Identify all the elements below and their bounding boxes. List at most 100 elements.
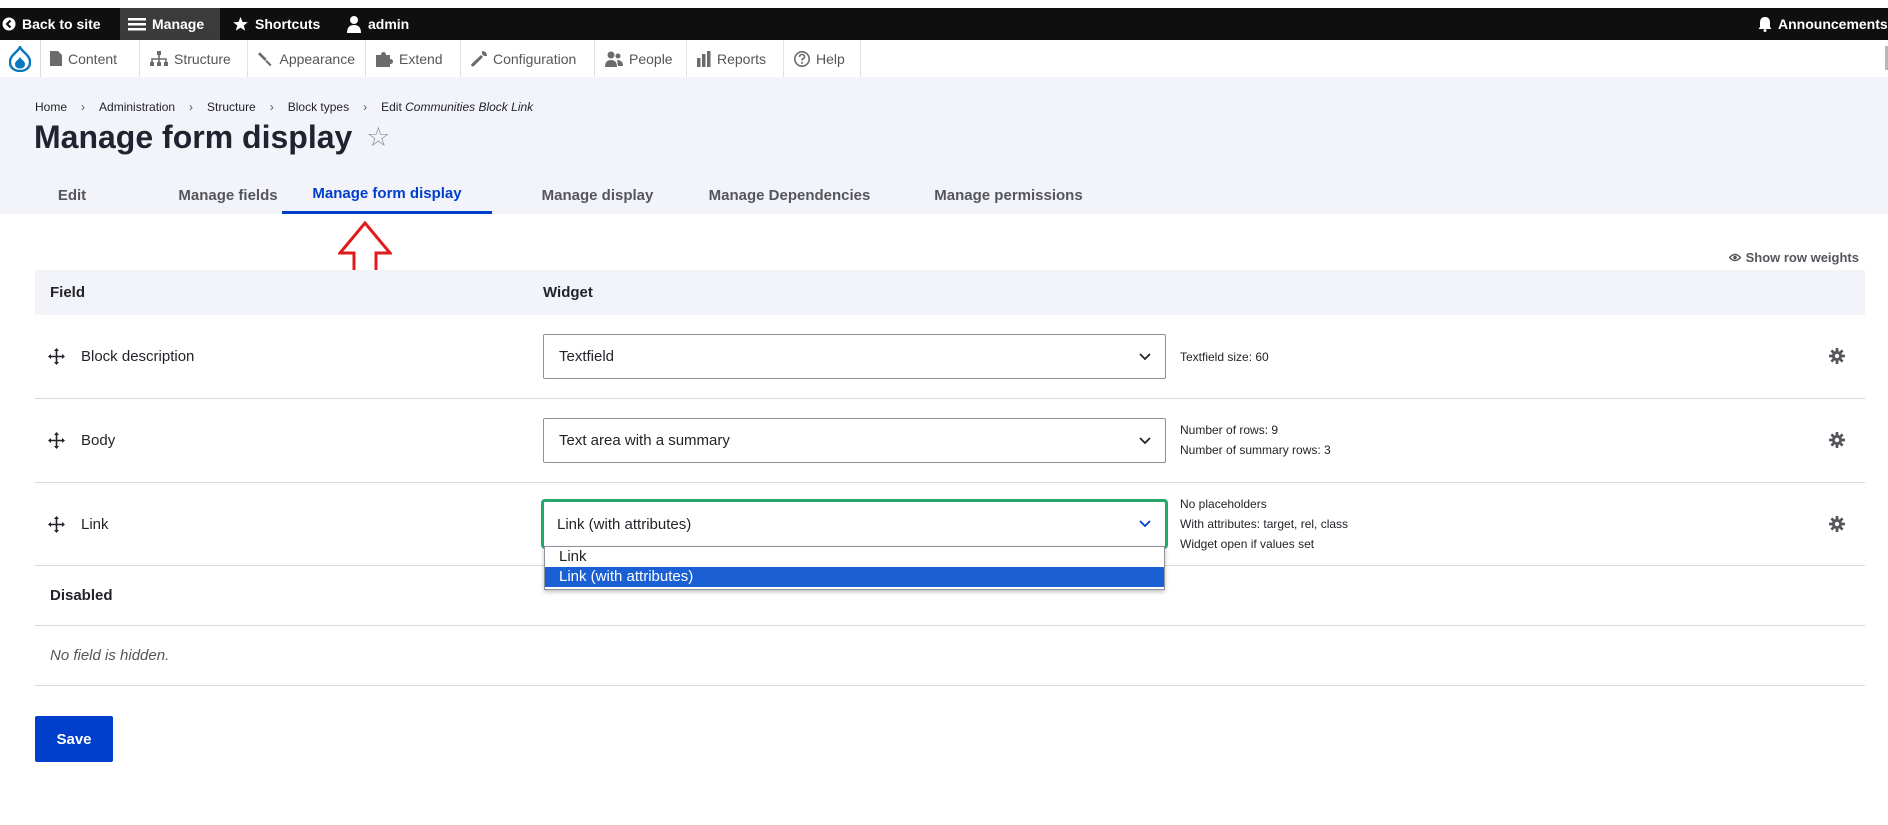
breadcrumb-separator-icon: › (363, 100, 368, 114)
paintbrush-icon (258, 51, 272, 66)
widget-select-value: Text area with a summary (559, 432, 730, 449)
people-icon (605, 51, 623, 67)
gear-icon[interactable] (1829, 348, 1845, 364)
admin-tray: Content Structure Appearance Extend Conf… (0, 40, 1888, 78)
chevron-down-icon (1139, 352, 1151, 360)
back-to-site-link[interactable]: Back to site (2, 8, 101, 40)
save-button[interactable]: Save (35, 716, 113, 762)
table-header: Field Widget (35, 270, 1865, 315)
breadcrumb-separator-icon: › (81, 100, 86, 114)
summary-line: Number of summary rows: 3 (1180, 443, 1331, 457)
summary-line: With attributes: target, rel, class (1180, 517, 1349, 531)
breadcrumb-link-block-types[interactable]: Block types (288, 100, 349, 114)
drupal-drop-icon (9, 45, 31, 72)
field-name: Block description (81, 348, 195, 365)
breadcrumb-separator-icon: › (269, 100, 274, 114)
file-icon (50, 51, 62, 66)
tray-item-people[interactable]: People (595, 40, 687, 77)
toolbar-bar: Back to site Manage Shortcuts admin Anno… (0, 8, 1888, 40)
sitemap-icon (150, 51, 168, 66)
bar-chart-icon (697, 50, 711, 67)
table-row: Body Text area with a summary Number of … (35, 399, 1865, 483)
field-name: Link (81, 515, 109, 533)
chevron-down-icon (1139, 520, 1151, 528)
breadcrumb-edit-prefix: Edit (381, 100, 406, 114)
manage-tab[interactable]: Manage (120, 8, 220, 40)
widget-select[interactable]: Text area with a summary (543, 418, 1166, 463)
page-title: Manage form display ☆ (34, 119, 391, 156)
summary-line: No placeholders (1180, 497, 1267, 511)
drag-handle-icon[interactable] (48, 432, 65, 449)
breadcrumb-edit-name: Communities Block Link (405, 100, 534, 114)
breadcrumb-link-edit[interactable]: Edit Communities Block Link (381, 100, 533, 114)
column-header-widget: Widget (543, 284, 593, 301)
announcements-label: Announcements (1778, 16, 1888, 32)
tray-item-label: Reports (717, 50, 767, 67)
tray-item-label: Appearance (279, 50, 355, 67)
tab-manage-dependencies[interactable]: Manage Dependencies (685, 176, 894, 214)
widget-select-value: Textfield (559, 348, 615, 365)
star-icon (233, 17, 248, 31)
eye-icon (1728, 253, 1741, 262)
widget-select[interactable]: Textfield (543, 334, 1166, 379)
breadcrumb-separator-icon: › (189, 100, 194, 114)
tray-item-label: Help (816, 50, 845, 67)
column-header-field: Field (50, 284, 86, 301)
hamburger-icon (128, 18, 146, 31)
back-to-site-label: Back to site (22, 16, 101, 32)
drag-handle-icon[interactable] (48, 348, 65, 365)
tray-item-label: Structure (174, 50, 231, 67)
drupal-logo[interactable] (0, 40, 41, 77)
help-icon (794, 50, 810, 67)
shortcut-star-icon[interactable]: ☆ (366, 124, 390, 151)
tab-edit[interactable]: Edit (35, 176, 109, 214)
wrench-icon (471, 50, 487, 66)
show-row-weights-label: Show row weights (1745, 250, 1859, 265)
user-label: admin (368, 16, 410, 32)
tray-item-label: Content (68, 50, 118, 67)
tray-item-appearance[interactable]: Appearance (248, 40, 366, 77)
dropdown-option-link[interactable]: Link (545, 547, 1164, 567)
widget-dropdown-list: Link Link (with attributes) (544, 546, 1165, 590)
disabled-label: Disabled (50, 586, 113, 604)
widget-select[interactable]: Link (with attributes) (541, 499, 1168, 549)
tray-item-label: People (629, 50, 673, 67)
tray-item-reports[interactable]: Reports (687, 40, 784, 77)
summary-line: Textfield size: 60 (1180, 350, 1269, 364)
back-arrow-icon (2, 17, 16, 31)
widget-summary: Textfield size: 60 (1180, 347, 1269, 367)
gear-icon[interactable] (1829, 516, 1845, 532)
breadcrumb-link-home[interactable]: Home (35, 100, 67, 114)
drag-handle-icon[interactable] (48, 516, 65, 533)
chevron-down-icon (1139, 436, 1151, 444)
gear-icon[interactable] (1829, 432, 1845, 448)
tray-item-content[interactable]: Content (40, 40, 140, 77)
tray-item-label: Configuration (493, 50, 577, 67)
breadcrumb-link-structure[interactable]: Structure (207, 100, 256, 114)
shortcuts-label: Shortcuts (255, 16, 321, 32)
dropdown-option-link-with-attributes[interactable]: Link (with attributes) (545, 567, 1164, 587)
announcements-tab[interactable]: Announcements (1758, 8, 1888, 40)
tab-manage-form-display[interactable]: Manage form display (282, 176, 492, 214)
field-name: Body (81, 432, 116, 449)
puzzle-icon (376, 51, 393, 67)
tray-item-extend[interactable]: Extend (366, 40, 461, 77)
bell-icon (1758, 17, 1772, 32)
widget-select-value: Link (with attributes) (557, 515, 692, 533)
show-row-weights-link[interactable]: Show row weights (1728, 250, 1859, 265)
widget-summary: No placeholders With attributes: target,… (1180, 494, 1348, 554)
breadcrumb: Home › Administration › Structure › Bloc… (35, 100, 533, 114)
tray-item-configuration[interactable]: Configuration (461, 40, 595, 77)
breadcrumb-link-administration[interactable]: Administration (99, 100, 175, 114)
summary-line: Number of rows: 9 (1180, 423, 1279, 437)
user-icon (347, 16, 361, 33)
no-hidden-fields-row: No field is hidden. (35, 625, 1865, 686)
user-tab[interactable]: admin (346, 8, 409, 40)
tray-item-structure[interactable]: Structure (140, 40, 248, 77)
tab-manage-permissions[interactable]: Manage permissions (905, 176, 1112, 214)
no-hidden-message: No field is hidden. (50, 646, 170, 664)
tray-item-help[interactable]: Help (784, 40, 861, 77)
tab-manage-display[interactable]: Manage display (515, 176, 680, 214)
shortcuts-tab[interactable]: Shortcuts (232, 8, 320, 40)
page-title-text: Manage form display (34, 119, 353, 155)
